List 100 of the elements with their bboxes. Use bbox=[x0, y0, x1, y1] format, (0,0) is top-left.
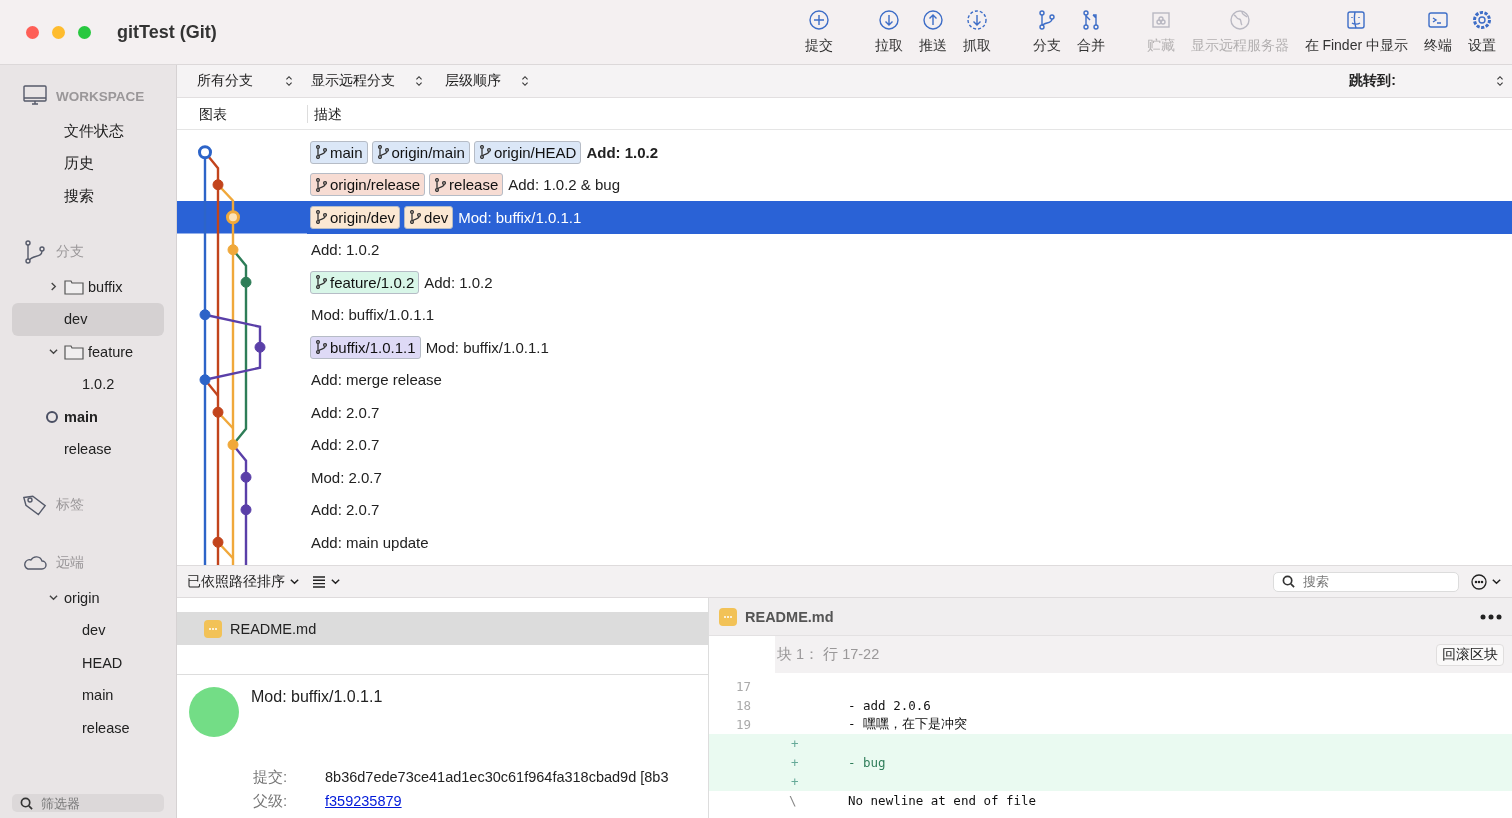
toolbar-button[interactable]: 在 Finder 中显示 bbox=[1302, 7, 1410, 57]
commit-node bbox=[198, 145, 212, 160]
column-header: 图表 bbox=[177, 104, 308, 123]
file-name: README.md bbox=[230, 620, 317, 637]
updown-icon bbox=[521, 75, 529, 87]
code-line: No newline at end of file bbox=[848, 793, 1037, 808]
toolbar-button[interactable]: 合并 bbox=[1074, 7, 1107, 57]
box-icon bbox=[1149, 9, 1172, 31]
field-value: 8b36d7ede73ce41ad1ec30c61f964fa318cbad9d [8b3 bbox=[325, 769, 669, 785]
branch-icon bbox=[376, 145, 389, 160]
window-title: gitTest (Git) bbox=[117, 21, 218, 43]
commit-message: Add: 1.0.2 bbox=[424, 273, 493, 291]
branch-icon bbox=[434, 177, 447, 192]
sidebar-item[interactable]: main bbox=[12, 400, 164, 433]
more-icon[interactable] bbox=[1480, 613, 1502, 620]
sidebar-item[interactable]: release bbox=[12, 711, 164, 744]
commit-message: Mod: 2.0.7 bbox=[311, 468, 382, 486]
search-icon bbox=[20, 796, 33, 810]
code-line: - add 2.0.6 bbox=[848, 698, 931, 713]
window-icon bbox=[1345, 9, 1368, 31]
toolbar-button[interactable]: 提交 bbox=[802, 7, 835, 57]
chevron-icon bbox=[49, 593, 58, 603]
branch-icon bbox=[315, 340, 327, 355]
branch-label: main bbox=[330, 143, 363, 161]
dropdown[interactable]: 显示远程分支 bbox=[303, 72, 431, 90]
sidebar-item[interactable]: dev bbox=[12, 614, 164, 647]
toolbar-button[interactable]: 分支 bbox=[1030, 7, 1063, 57]
toolbar-button[interactable]: 推送 bbox=[916, 7, 949, 57]
toolbar-button[interactable]: 终端 bbox=[1422, 7, 1454, 57]
jump-to-dropdown[interactable]: 跳转到: bbox=[1343, 71, 1512, 91]
options-button[interactable] bbox=[1471, 573, 1502, 590]
commit-row[interactable]: origin/dev dev Mod: buffix/1.0.1.1 bbox=[307, 201, 1512, 234]
commit-row[interactable]: Add: 2.0.7 bbox=[307, 493, 1512, 526]
branch-icon bbox=[315, 177, 327, 192]
search-field[interactable]: 搜索 bbox=[1273, 571, 1459, 592]
commit-row[interactable]: Add: main update bbox=[307, 526, 1512, 559]
parent-link[interactable]: f359235879 bbox=[325, 793, 402, 809]
branch-label: release bbox=[449, 176, 499, 194]
commit-row[interactable]: feature/1.0.2 Add: 1.0.2 bbox=[307, 266, 1512, 299]
field-label: 提交: bbox=[252, 767, 289, 787]
toolbar-button[interactable]: 抓取 bbox=[960, 7, 993, 57]
commit-row[interactable]: Add: 2.0.7 bbox=[307, 428, 1512, 461]
updown-icon bbox=[415, 75, 423, 87]
sidebar-item[interactable]: 1.0.2 bbox=[12, 368, 164, 401]
commit-message: Mod: buffix/1.0.1.1 bbox=[251, 687, 383, 707]
search-icon bbox=[1282, 575, 1295, 588]
commit-row[interactable]: Add: 1.0.2 bbox=[307, 233, 1512, 266]
commit-message: Mod: buffix/1.0.1.1 bbox=[458, 208, 582, 226]
branch-icon bbox=[315, 210, 327, 225]
sidebar-item[interactable]: 搜索 bbox=[12, 180, 164, 213]
diff-marker: + bbox=[790, 755, 800, 770]
list-icon bbox=[312, 574, 326, 589]
down-arrow-circle-icon bbox=[877, 9, 900, 31]
commit-row[interactable]: Mod: 2.0.7 bbox=[307, 461, 1512, 494]
commit-node bbox=[240, 276, 252, 288]
toolbar-button[interactable]: 设置 bbox=[1466, 7, 1498, 57]
commit-row[interactable]: origin/release release Add: 1.0.2 & bug bbox=[307, 168, 1512, 201]
line-number: 17 bbox=[734, 679, 751, 694]
sidebar-item[interactable]: main bbox=[12, 679, 164, 712]
sidebar-item[interactable]: release bbox=[12, 433, 164, 466]
file-row[interactable]: README.md bbox=[177, 612, 708, 645]
commit-row[interactable]: buffix/1.0.1.1 Mod: buffix/1.0.1.1 bbox=[307, 331, 1512, 364]
branch-label: origin/HEAD bbox=[493, 143, 577, 161]
branch-label: feature/1.0.2 bbox=[330, 273, 415, 291]
branch-icon bbox=[22, 238, 48, 265]
commit-node bbox=[240, 504, 252, 516]
plus-circle-icon bbox=[807, 9, 830, 31]
section-title: 标签 bbox=[56, 495, 84, 514]
commit-message: Add: 2.0.7 bbox=[311, 501, 380, 519]
filter-input[interactable]: 筛选器 bbox=[41, 795, 141, 811]
close-button[interactable] bbox=[26, 25, 39, 39]
commit-node bbox=[212, 179, 224, 191]
commit-row[interactable]: Add: 2.0.7 bbox=[307, 396, 1512, 429]
revert-hunk-button[interactable]: 回滚区块 bbox=[1436, 643, 1504, 666]
commit-node bbox=[212, 406, 224, 418]
file-icon bbox=[719, 607, 737, 626]
current-branch-icon bbox=[46, 410, 58, 423]
sidebar-item[interactable]: HEAD bbox=[12, 646, 164, 679]
commit-node bbox=[240, 471, 252, 483]
branch-label: origin/main bbox=[391, 143, 465, 161]
commit-row[interactable]: Add: merge release bbox=[307, 363, 1512, 396]
commit-message: Add: 2.0.7 bbox=[311, 403, 380, 421]
sidebar-item[interactable]: dev bbox=[12, 303, 164, 336]
sidebar-item[interactable]: buffix bbox=[12, 270, 164, 303]
commit-row[interactable]: Mod: buffix/1.0.1.1 bbox=[307, 298, 1512, 331]
branch-label: origin/dev bbox=[330, 208, 396, 226]
section-title: WORKSPACE bbox=[56, 88, 145, 104]
view-mode-button[interactable] bbox=[312, 574, 341, 589]
sidebar-item[interactable]: origin bbox=[12, 581, 164, 614]
dropdown[interactable]: 所有分支 bbox=[189, 72, 297, 90]
dropdown[interactable]: 层级顺序 bbox=[437, 72, 537, 90]
search-input[interactable]: 搜索 bbox=[1303, 574, 1403, 589]
toolbar-button[interactable]: 拉取 bbox=[872, 7, 905, 57]
sidebar-item[interactable]: feature bbox=[12, 335, 164, 368]
sidebar-item[interactable]: 文件状态 bbox=[12, 115, 164, 148]
filter-field[interactable]: 筛选器 bbox=[12, 794, 164, 812]
sort-dropdown[interactable]: 已依照路径排序 bbox=[187, 572, 300, 591]
commit-row[interactable]: main origin/main origin/HEAD Add: 1.0.2 bbox=[307, 136, 1512, 169]
sidebar-item[interactable]: 历史 bbox=[12, 147, 164, 180]
commit-node bbox=[226, 210, 240, 225]
